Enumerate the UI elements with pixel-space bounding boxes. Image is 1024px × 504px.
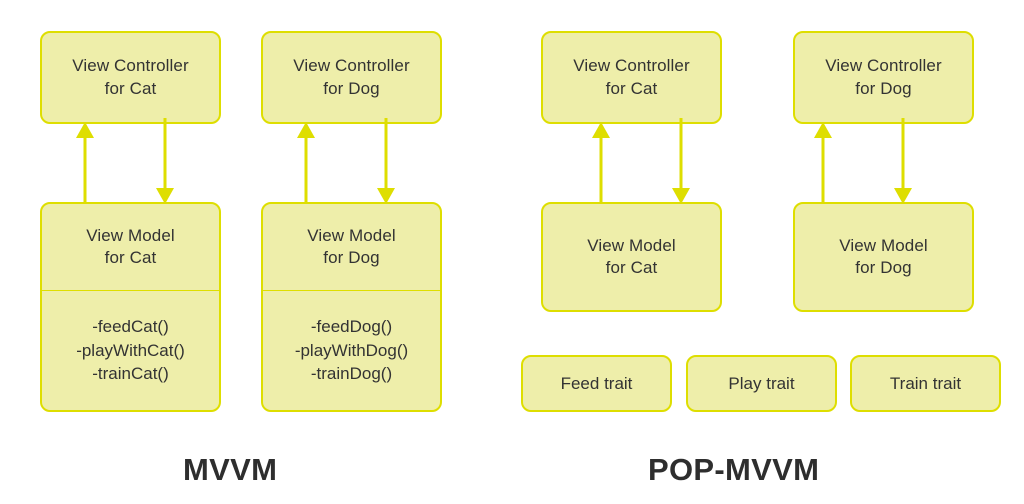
node-view-controller-dog-mvvm: View Controller for Dog (261, 31, 442, 124)
arrow-up-viewmodel-to-controller-dog-mvvm (297, 122, 315, 208)
trait-box-feed: Feed trait (521, 355, 672, 412)
trait-box-train: Train trait (850, 355, 1001, 412)
member-item: -trainDog() (310, 364, 393, 384)
node-view-controller-cat-pop: View Controller for Cat (541, 31, 722, 124)
node-view-model-cat-mvvm: View Model for Cat -feedCat() -playWithC… (40, 202, 221, 412)
arrow-up-viewmodel-to-controller-dog-pop (814, 122, 832, 208)
arrow-down-controller-to-viewmodel-dog-mvvm (377, 118, 395, 204)
node-members: -feedDog() -playWithDog() -trainDog() (263, 291, 440, 410)
arrow-down-controller-to-viewmodel-dog-pop (894, 118, 912, 204)
diagram-canvas: View Controller for Cat View Model for C… (0, 0, 1024, 504)
member-item: -trainCat() (92, 364, 169, 384)
trait-label: Train trait (889, 373, 962, 393)
node-label: View Controller for Cat (72, 56, 189, 98)
caption-mvvm: MVVM (183, 452, 278, 487)
member-item: -playWithCat() (76, 340, 185, 360)
trait-box-play: Play trait (686, 355, 837, 412)
arrow-down-controller-to-viewmodel-cat-pop (672, 118, 690, 204)
node-view-model-cat-pop: View Model for Cat (541, 202, 722, 312)
node-label: View Controller for Cat (573, 56, 690, 98)
node-label: View Controller for Dog (293, 56, 410, 98)
member-item: -feedDog() (310, 316, 393, 336)
node-members: -feedCat() -playWithCat() -trainCat() (42, 291, 219, 410)
node-label: View Controller for Dog (825, 56, 942, 98)
node-label: View Model for Cat (587, 235, 676, 277)
node-label: View Model for Dog (307, 225, 396, 267)
node-view-model-dog-mvvm: View Model for Dog -feedDog() -playWithD… (261, 202, 442, 412)
caption-pop-mvvm: POP-MVVM (648, 452, 820, 487)
arrow-up-viewmodel-to-controller-cat-pop (592, 122, 610, 208)
node-view-controller-cat-mvvm: View Controller for Cat (40, 31, 221, 124)
member-item: -playWithDog() (294, 340, 409, 360)
node-label: View Model for Dog (839, 235, 928, 277)
member-item: -feedCat() (92, 316, 169, 336)
arrow-up-viewmodel-to-controller-cat-mvvm (76, 122, 94, 208)
node-label: View Model for Cat (86, 225, 175, 267)
node-view-controller-dog-pop: View Controller for Dog (793, 31, 974, 124)
arrow-down-controller-to-viewmodel-cat-mvvm (156, 118, 174, 204)
trait-label: Play trait (728, 373, 795, 393)
trait-label: Feed trait (560, 373, 633, 393)
node-view-model-dog-pop: View Model for Dog (793, 202, 974, 312)
